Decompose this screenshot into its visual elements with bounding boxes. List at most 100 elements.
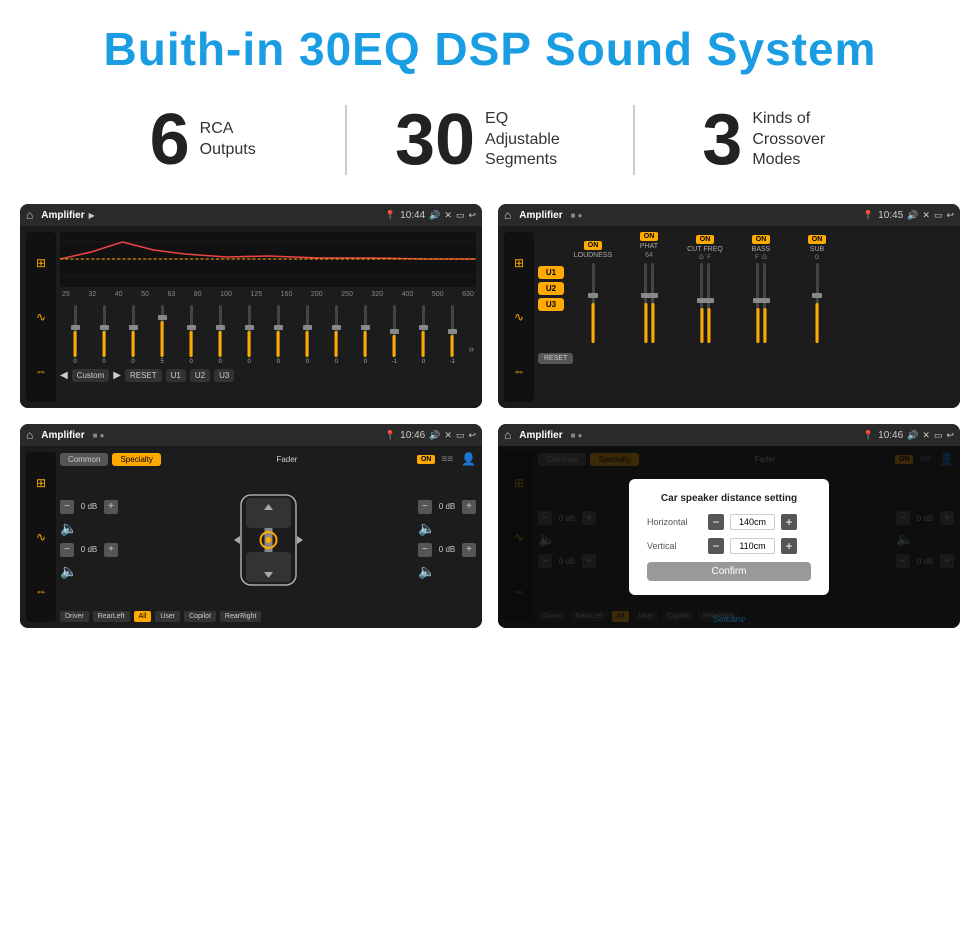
eq-u3-btn[interactable]: U3 — [214, 369, 234, 382]
db-plus-fl[interactable]: + — [104, 500, 118, 514]
eq-thumb-5[interactable] — [216, 325, 225, 330]
close-icon-3[interactable]: ✕ — [444, 430, 452, 441]
ch-cutfreq-label: CUT FREQ — [687, 246, 723, 253]
screen3-topbar: ⌂ Amplifier ■ ● 📍 10:46 🔊 ✕ ▭ ↩ — [20, 424, 482, 446]
eq-thumb-13[interactable] — [448, 329, 457, 334]
window-icon-3[interactable]: ▭ — [456, 430, 465, 441]
back-icon[interactable]: ↩ — [468, 210, 476, 221]
db-minus-rl[interactable]: − — [60, 543, 74, 557]
eq-thumb-10[interactable] — [361, 325, 370, 330]
close-icon-2[interactable]: ✕ — [922, 210, 930, 221]
dialog-confirm-btn[interactable]: Confirm — [647, 562, 811, 581]
location-icon-4: 📍 — [863, 430, 874, 441]
eq-reset-btn[interactable]: RESET — [125, 369, 162, 382]
back-icon-3[interactable]: ↩ — [468, 430, 476, 441]
amp-u2-btn[interactable]: U2 — [538, 282, 564, 295]
close-icon[interactable]: ✕ — [444, 210, 452, 221]
eq-thumb-12[interactable] — [419, 325, 428, 330]
db-minus-fr[interactable]: − — [418, 500, 432, 514]
db-plus-rr[interactable]: + — [462, 543, 476, 557]
fader-on-badge[interactable]: ON — [417, 455, 436, 464]
ch-bass-on[interactable]: ON — [752, 235, 771, 244]
eq-icon-1[interactable]: ⊞ — [36, 256, 46, 270]
ch-phat-on[interactable]: ON — [640, 232, 659, 241]
db-minus-rr[interactable]: − — [418, 543, 432, 557]
home-icon-3[interactable]: ⌂ — [26, 428, 33, 442]
home-icon-4[interactable]: ⌂ — [504, 428, 511, 442]
db-minus-fl[interactable]: − — [60, 500, 74, 514]
eq-slider-1: 0 — [91, 305, 117, 365]
amp-u1-btn[interactable]: U1 — [538, 266, 564, 279]
eq-slider-5: 0 — [207, 305, 233, 365]
eq-more-icon[interactable]: » — [468, 344, 474, 355]
db-control-rl: − 0 dB + — [60, 543, 118, 557]
channel-sub: ON SUB G — [792, 235, 842, 345]
back-icon-2[interactable]: ↩ — [946, 210, 954, 221]
tab-specialty[interactable]: Specialty — [112, 453, 160, 466]
eq-next-btn[interactable]: ▶ — [113, 370, 121, 381]
eq-prev-btn[interactable]: ◀ — [60, 370, 68, 381]
dialog-horizontal-minus[interactable]: − — [708, 514, 724, 530]
fader-icon-3[interactable]: ⇔ — [35, 584, 47, 598]
home-icon-2[interactable]: ⌂ — [504, 208, 511, 222]
record-dot-3: ■ ● — [93, 431, 105, 440]
profile-icon[interactable]: 👤 — [461, 452, 476, 466]
eq-icon-2[interactable]: ∿ — [36, 310, 46, 324]
record-dot-4: ■ ● — [571, 431, 583, 440]
ch-cutfreq-on[interactable]: ON — [696, 235, 715, 244]
eq-thumb-6[interactable] — [245, 325, 254, 330]
eq-thumb-11[interactable] — [390, 329, 399, 334]
eq-icon-3[interactable]: ⇔ — [35, 364, 47, 378]
btn-all[interactable]: All — [134, 611, 152, 622]
amp-reset-btn[interactable]: RESET — [538, 353, 573, 364]
btn-user[interactable]: User — [155, 611, 180, 622]
amp-icon-1[interactable]: ⊞ — [514, 256, 524, 270]
ch-loudness-on[interactable]: ON — [584, 241, 603, 250]
back-icon-4[interactable]: ↩ — [946, 430, 954, 441]
feature-rca: 6 RCAOutputs — [60, 104, 345, 176]
window-icon-4[interactable]: ▭ — [934, 430, 943, 441]
btn-rearright[interactable]: RearRight — [220, 611, 262, 622]
eq-u2-btn[interactable]: U2 — [190, 369, 210, 382]
eq-thumb-0[interactable] — [71, 325, 80, 330]
btn-copilot[interactable]: Copilot — [184, 611, 216, 622]
dialog-vertical-plus[interactable]: + — [781, 538, 797, 554]
eq-thumb-2[interactable] — [129, 325, 138, 330]
ch-loudness-thumb[interactable] — [588, 293, 598, 298]
amp-icon-2[interactable]: ∿ — [514, 310, 524, 324]
home-icon[interactable]: ⌂ — [26, 208, 33, 222]
eq-thumb-7[interactable] — [274, 325, 283, 330]
amp-main: U1 U2 U3 ON LOUDNESS — [538, 232, 954, 402]
dialog-horizontal-plus[interactable]: + — [781, 514, 797, 530]
close-icon-4[interactable]: ✕ — [922, 430, 930, 441]
screen2-time: 10:45 — [878, 210, 903, 221]
amp-top-row: U1 U2 U3 ON LOUDNESS — [538, 232, 954, 345]
fader-icon-1[interactable]: ⊞ — [36, 476, 46, 490]
ch-sub-on[interactable]: ON — [808, 235, 827, 244]
eq-thumb-9[interactable] — [332, 325, 341, 330]
dialog-vertical-minus[interactable]: − — [708, 538, 724, 554]
eq-thumb-1[interactable] — [100, 325, 109, 330]
db-plus-fr[interactable]: + — [462, 500, 476, 514]
fader-bottom: Driver RearLeft All User Copilot RearRig… — [60, 611, 476, 622]
btn-rearleft[interactable]: RearLeft — [93, 611, 130, 622]
amp-u3-btn[interactable]: U3 — [538, 298, 564, 311]
btn-driver[interactable]: Driver — [60, 611, 89, 622]
eq-u1-btn[interactable]: U1 — [166, 369, 186, 382]
eq-thumb-8[interactable] — [303, 325, 312, 330]
eq-custom-btn[interactable]: Custom — [72, 369, 110, 382]
tab-common[interactable]: Common — [60, 453, 108, 466]
window-icon-2[interactable]: ▭ — [934, 210, 943, 221]
fader-icon-2[interactable]: ∿ — [36, 530, 46, 544]
fader-toggle-icon[interactable]: ≡≡ — [441, 454, 453, 465]
eq-thumb-3[interactable] — [158, 315, 167, 320]
screen-eq: ⌂ Amplifier ▶ 📍 10:44 🔊 ✕ ▭ ↩ ⊞ ∿ ⇔ — [20, 204, 482, 408]
amp-icon-3[interactable]: ⇔ — [513, 364, 525, 378]
eq-thumb-4[interactable] — [187, 325, 196, 330]
db-plus-rl[interactable]: + — [104, 543, 118, 557]
ch-sub-sub: G — [815, 255, 820, 261]
screen3-title: Amplifier — [41, 430, 84, 441]
window-icon[interactable]: ▭ — [456, 210, 465, 221]
fader-controls: − 0 dB + 🔈 − 0 dB + — [60, 472, 476, 607]
amp-channels: ON LOUDNESS ON PHAT — [568, 232, 954, 345]
